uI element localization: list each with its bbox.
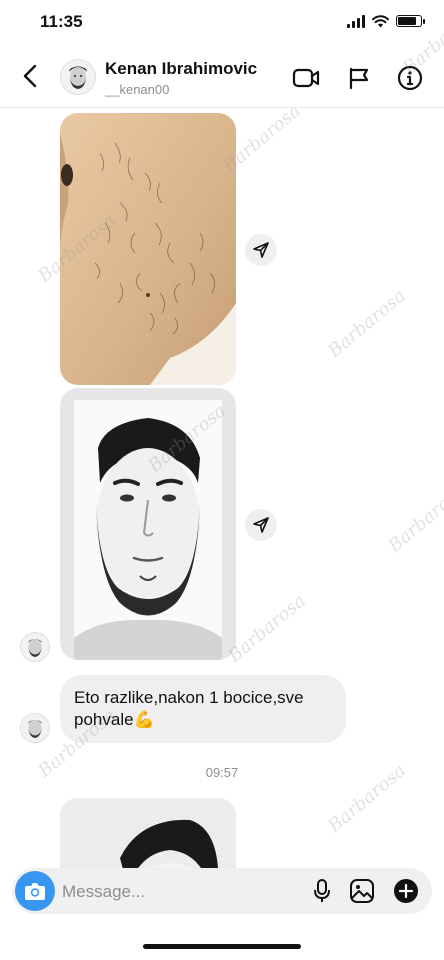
gallery-button[interactable] (348, 877, 376, 905)
status-time: 11:35 (40, 12, 83, 31)
share-button[interactable] (245, 509, 277, 541)
sender-avatar[interactable] (20, 713, 50, 743)
camera-button[interactable] (15, 871, 55, 911)
watermark: Barbarosa (324, 285, 410, 362)
voice-message-button[interactable] (308, 877, 336, 905)
back-button[interactable] (18, 62, 42, 90)
send-icon (253, 242, 269, 258)
message-photo[interactable] (60, 798, 236, 870)
message-bubble[interactable]: Eto razlike,nakon 1 bocice,sve pohvale💪 (60, 675, 346, 743)
gallery-icon (350, 879, 374, 903)
contact-username[interactable]: __kenan00 (105, 82, 169, 97)
chat-header: Kenan Ibrahimovic __kenan00 (0, 44, 444, 108)
info-button[interactable] (396, 64, 424, 92)
video-call-icon (292, 68, 320, 88)
message-photo[interactable] (60, 113, 236, 385)
sender-avatar[interactable] (20, 632, 50, 662)
video-call-button[interactable] (292, 64, 320, 92)
watermark: Barbarosa (224, 590, 310, 667)
more-options-button[interactable] (392, 877, 420, 905)
chat-thread[interactable]: Eto razlike,nakon 1 bocice,sve pohvale💪 … (0, 108, 444, 870)
send-icon (253, 517, 269, 533)
watermark: Barbarosa (384, 480, 444, 557)
flag-icon (349, 67, 369, 90)
message-timestamp: 09:57 (205, 765, 239, 780)
report-button[interactable] (345, 64, 373, 92)
message-input[interactable] (60, 876, 304, 908)
message-photo[interactable] (60, 388, 236, 660)
share-button[interactable] (245, 234, 277, 266)
back-icon (23, 64, 37, 88)
wifi-icon (372, 14, 389, 27)
info-icon (397, 65, 423, 91)
status-bar: 11:35 (0, 0, 444, 44)
cellular-signal-icon (347, 14, 365, 28)
camera-icon (25, 883, 45, 900)
plus-icon (394, 879, 418, 903)
status-icons (347, 14, 425, 28)
message-composer (12, 868, 432, 914)
battery-icon (396, 15, 425, 27)
microphone-icon (314, 879, 330, 902)
home-indicator[interactable] (143, 944, 301, 949)
contact-avatar[interactable] (60, 59, 96, 95)
contact-name[interactable]: Kenan Ibrahimovic (105, 59, 257, 79)
